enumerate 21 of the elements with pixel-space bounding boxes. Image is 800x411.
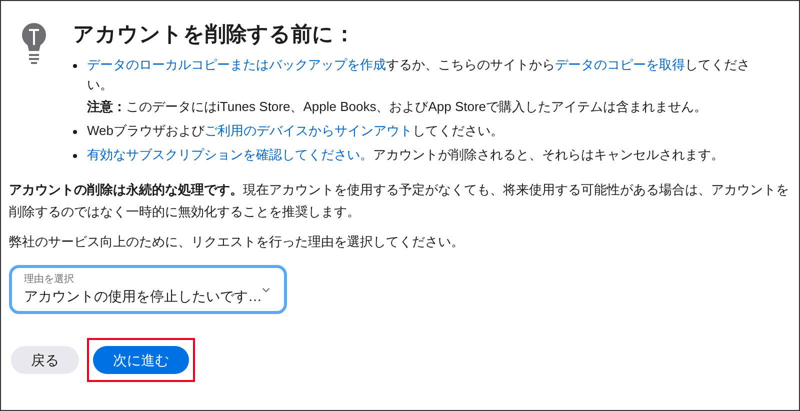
lightbulb-icon	[21, 21, 47, 67]
bullet-icon	[73, 154, 77, 158]
link[interactable]: データのローカルコピーまたはバックアップを作成	[87, 57, 386, 72]
instruction-text: データのローカルコピーまたはバックアップを作成するか、こちらのサイトからデータのコピーを取得 してください。	[87, 56, 751, 94]
note-text: 注意：このデータにはiTunes Store、Apple Books、およびApp Storeで購入したアイテムは含まれません。	[87, 98, 708, 116]
select-label: 理由を選択	[24, 274, 75, 286]
bullet-icon	[73, 64, 77, 68]
instruction-text: Webブラウザおよびご利用のデバイスからサインアウト してください。	[87, 122, 504, 140]
prompt-text: 弊社のサービス向上のために、リクエストを行った理由を選択してください。	[9, 233, 465, 251]
link[interactable]: データのコピーを取得	[555, 57, 685, 72]
bullet-icon	[73, 130, 77, 134]
back-button[interactable]: 戻る	[11, 346, 79, 374]
link[interactable]: 有効なサブスクリプションを確認してください。	[87, 147, 373, 162]
instruction-text: 有効なサブスクリプションを確認してください。アカウントが削除されると、それらはキャンセルされます。	[87, 146, 724, 164]
reason-select[interactable]: 理由を選択 アカウントの使用を停止したいです…	[9, 265, 287, 314]
chevron-down-icon	[262, 286, 270, 292]
link[interactable]: ご利用のデバイスからサインアウト	[204, 123, 412, 138]
heading: アカウントを削除する前に：	[73, 22, 356, 48]
next-button[interactable]: 次に進む	[93, 346, 189, 374]
select-value: アカウントの使用を停止したいです…	[24, 286, 262, 306]
warning-paragraph: アカウントの削除は永続的な処理です。現在アカウントを使用する予定がなくても、将来使用する可能性がある場合は、アカウントを削除するのではなく一時的に無効化することを推奨します。	[9, 181, 789, 221]
